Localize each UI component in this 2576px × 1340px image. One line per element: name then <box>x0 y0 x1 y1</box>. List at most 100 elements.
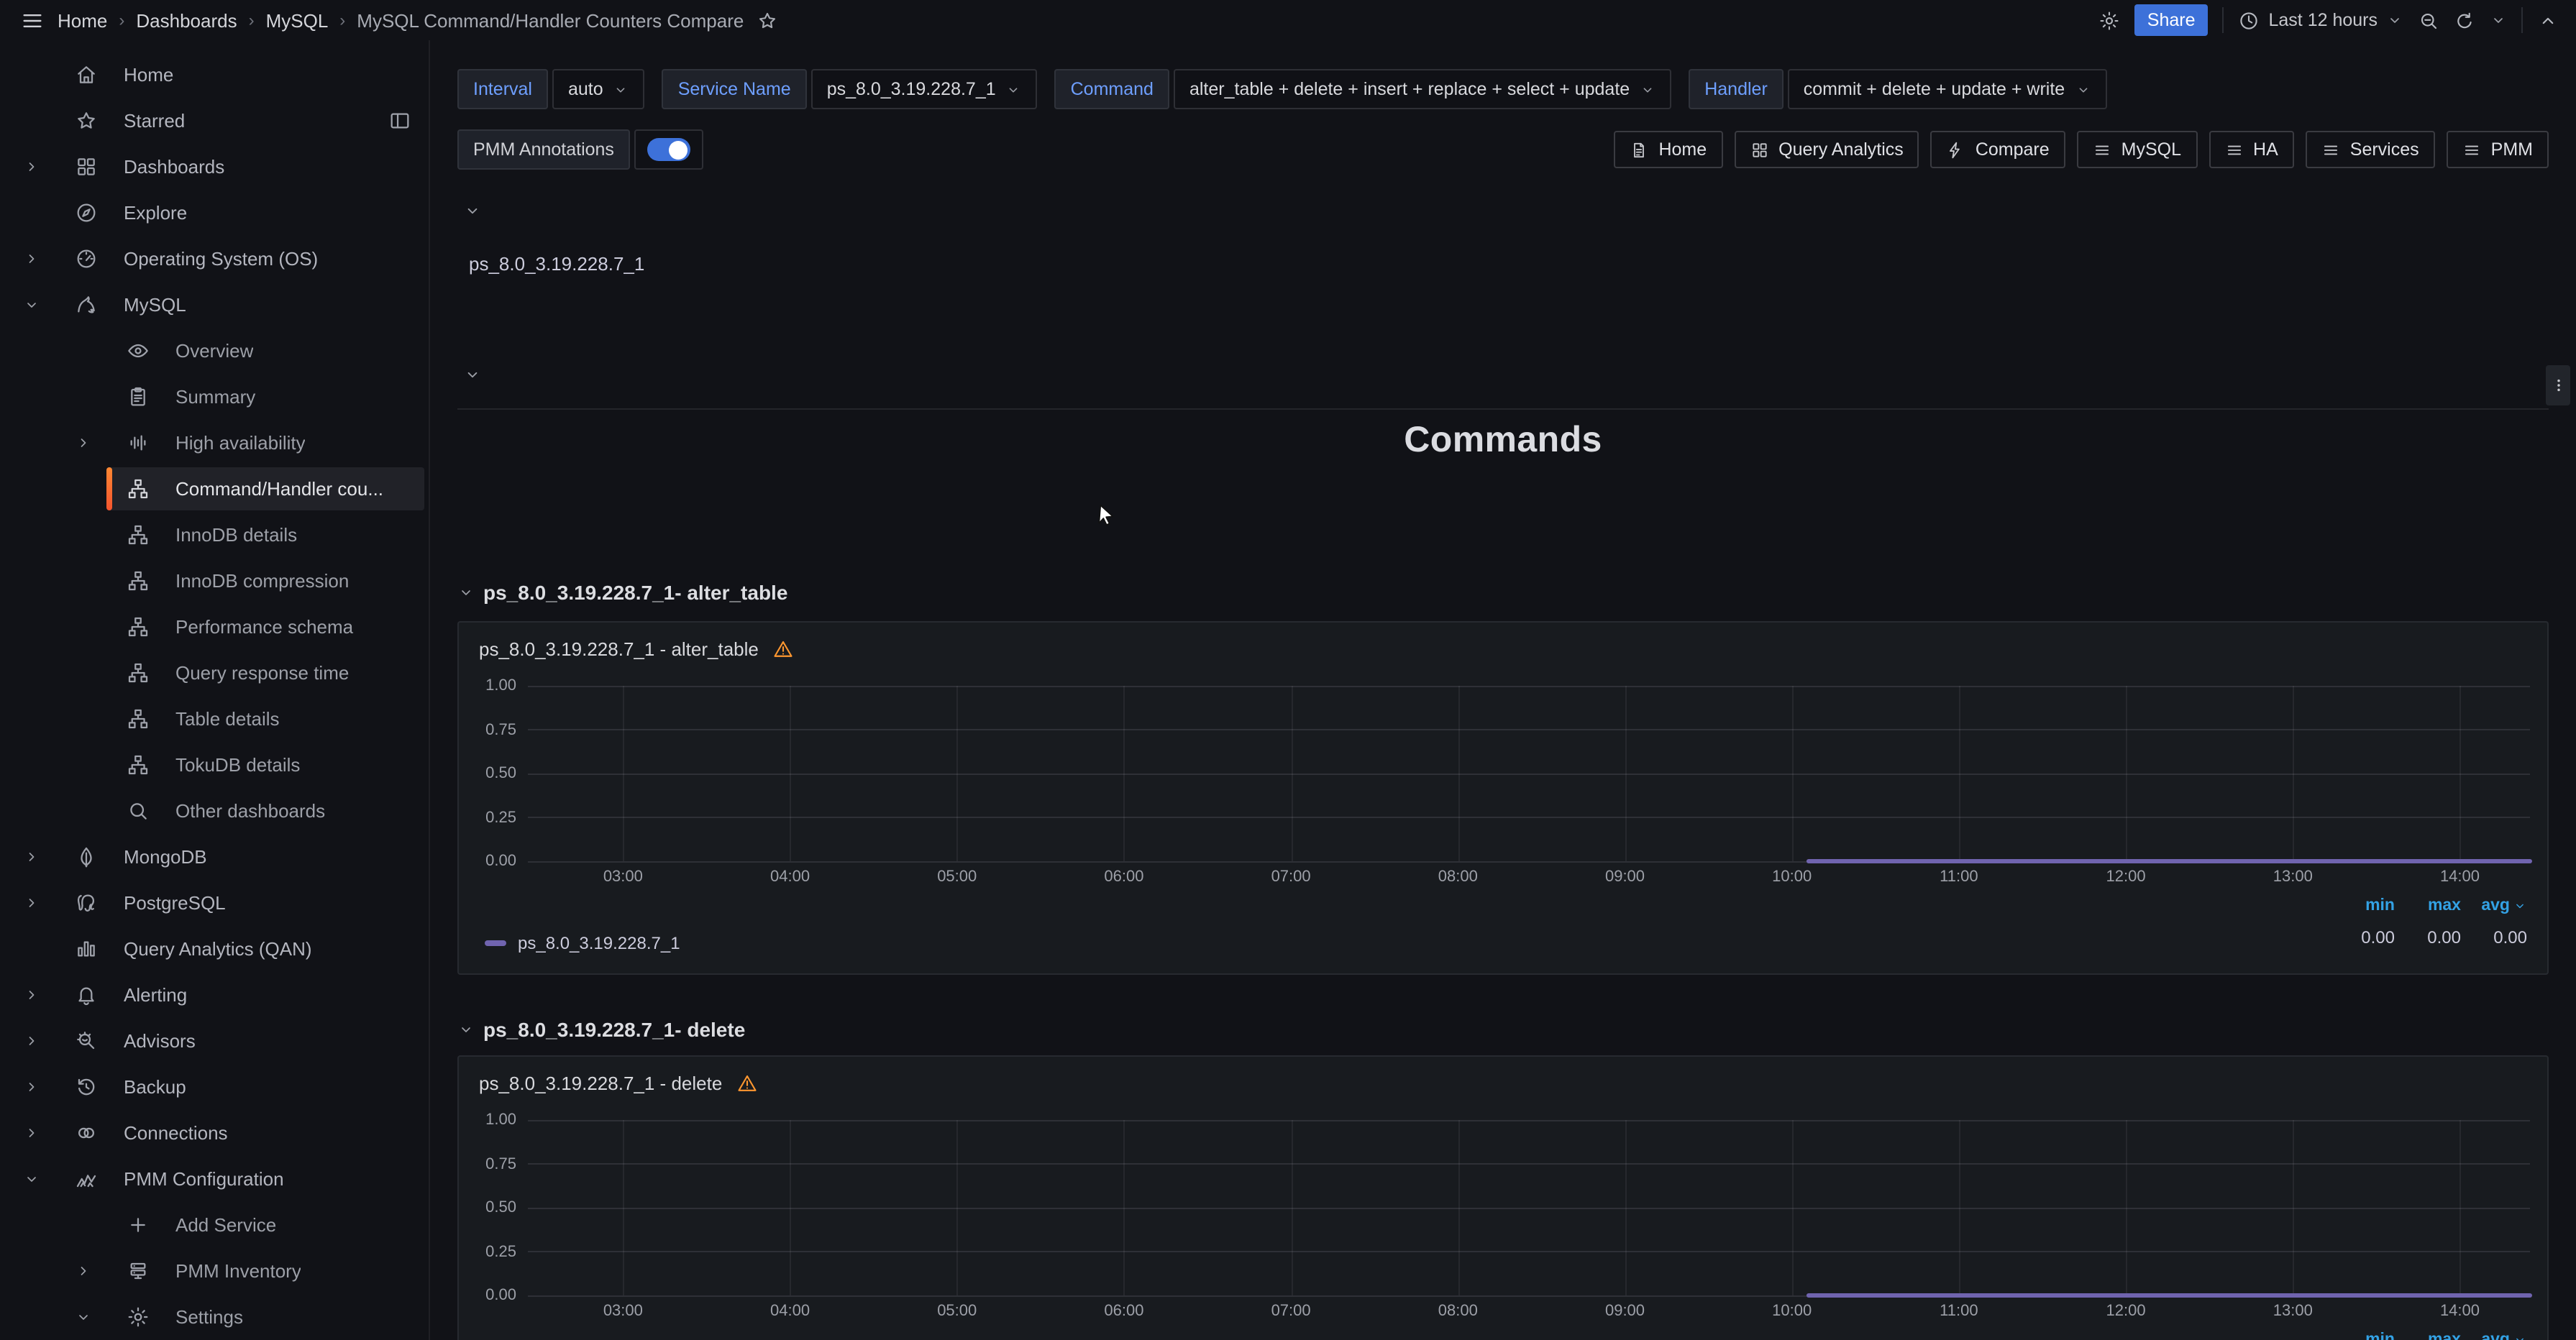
expander-chevron-icon[interactable] <box>23 250 40 267</box>
expander-chevron-icon[interactable] <box>75 434 92 451</box>
pmm-annotations-toggle[interactable] <box>634 129 703 170</box>
sidebar-item-overview[interactable]: Overview <box>0 328 429 374</box>
quick-link-ha[interactable]: HA <box>2209 131 2294 168</box>
zoom-out-icon[interactable] <box>2418 9 2439 31</box>
quick-links: Home Query Analytics Compare MySQL HA Service… <box>1614 131 2549 168</box>
sidebar-item-other-dashboards[interactable]: Other dashboards <box>0 788 429 834</box>
section-row-header[interactable]: ps_8.0_3.19.228.7_1- delete <box>457 1018 745 1041</box>
quick-link-home[interactable]: Home <box>1614 131 1722 168</box>
hamburger-menu-icon[interactable] <box>20 8 45 32</box>
sidebar-item-backup[interactable]: Backup <box>0 1064 429 1110</box>
sidebar-item-add-service[interactable]: Add Service <box>0 1202 429 1248</box>
sidebar-item-explore[interactable]: Explore <box>0 190 429 236</box>
sidebar-item-summary[interactable]: Summary <box>0 374 429 420</box>
legend-stat-header-min[interactable]: min <box>2365 897 2395 914</box>
sidebar-item-operating-system-os[interactable]: Operating System (OS) <box>0 236 429 282</box>
sidebar-item-innodb-compression[interactable]: InnoDB compression <box>0 558 429 604</box>
legend-series-item[interactable]: ps_8.0_3.19.228.7_1 <box>485 933 680 953</box>
sidebar-item-performance-schema[interactable]: Performance schema <box>0 604 429 650</box>
quick-link-query-analytics[interactable]: Query Analytics <box>1734 131 1919 168</box>
sidebar-item-advisors[interactable]: Advisors <box>0 1018 429 1064</box>
sidebar-item-dashboards[interactable]: Dashboards <box>0 144 429 190</box>
sidebar-item-label: Advisors <box>124 1030 196 1052</box>
refresh-interval-chevron-icon[interactable] <box>2490 12 2507 29</box>
mongodb-icon <box>75 845 98 868</box>
sidebar-item-query-response-time[interactable]: Query response time <box>0 650 429 696</box>
sidebar-item-mysql[interactable]: MySQL <box>0 282 429 328</box>
quick-link-pmm[interactable]: PMM <box>2447 131 2549 168</box>
sidebar-item-home[interactable]: Home <box>0 52 429 98</box>
variable-value-dropdown[interactable]: alter_table + delete + insert + replace … <box>1174 69 1671 109</box>
refresh-icon[interactable] <box>2454 9 2475 31</box>
sidebar-nav: HomeStarred Dashboards ExploreOperating Sy… <box>0 40 430 1340</box>
plot-area <box>528 686 2530 861</box>
expander-chevron-icon[interactable] <box>23 158 40 175</box>
legend-stat-header-min[interactable]: min <box>2365 1331 2395 1340</box>
expander-chevron-icon[interactable] <box>23 986 40 1004</box>
section-row-header[interactable]: ps_8.0_3.19.228.7_1- alter_table <box>457 581 787 604</box>
panel-header[interactable]: ps_8.0_3.19.228.7_1 - alter_table <box>476 631 2530 666</box>
breadcrumb-separator: › <box>249 10 255 30</box>
y-axis: 1.000.750.500.250.00 <box>476 1120 528 1295</box>
sidebar-item-pmm-configuration[interactable]: PMM Configuration <box>0 1156 429 1202</box>
sidebar-item-table-details[interactable]: Table details <box>0 696 429 742</box>
row-collapse-icon[interactable] <box>463 201 482 220</box>
sidebar-item-postgresql[interactable]: PostgreSQL <box>0 880 429 926</box>
sidebar-item-settings[interactable]: Settings <box>0 1294 429 1340</box>
sidebar-item-label: Dashboards <box>124 156 224 178</box>
expander-chevron-icon[interactable] <box>23 894 40 912</box>
legend-stat-header-label: min <box>2365 1331 2395 1340</box>
sidebar-item-label: Connections <box>124 1122 228 1144</box>
expander-chevron-icon[interactable] <box>23 1124 40 1142</box>
dashboard-settings-icon[interactable] <box>2098 9 2120 31</box>
variable-value-dropdown[interactable]: auto <box>552 69 645 109</box>
sidebar-item-command-handler-cou[interactable]: Command/Handler cou... <box>0 466 429 512</box>
time-range-picker[interactable]: Last 12 hours <box>2239 9 2404 31</box>
expander-chevron-icon[interactable] <box>75 1262 92 1280</box>
sidebar-item-starred[interactable]: Starred <box>0 98 429 144</box>
variable-value-dropdown[interactable]: commit + delete + update + write <box>1788 69 2106 109</box>
dock-sidebar-icon[interactable] <box>388 109 411 132</box>
share-button[interactable]: Share <box>2134 4 2209 36</box>
variable-chip-service-name: Service Nameps_8.0_3.19.228.7_1 <box>662 69 1038 109</box>
breadcrumb-item[interactable]: MySQL <box>266 9 329 31</box>
quick-link-compare[interactable]: Compare <box>1931 131 2065 168</box>
sidebar-item-tokudb-details[interactable]: TokuDB details <box>0 742 429 788</box>
variable-label: Interval <box>457 69 548 109</box>
warning-icon[interactable] <box>736 1072 758 1093</box>
sidebar-item-connections[interactable]: Connections <box>0 1110 429 1156</box>
expander-chevron-icon[interactable] <box>75 1308 92 1326</box>
legend-stat-header-max[interactable]: max <box>2428 897 2461 914</box>
expander-chevron-icon[interactable] <box>23 296 40 313</box>
favorite-star-icon[interactable] <box>757 9 778 31</box>
legend-stat-header-avg[interactable]: avg <box>2481 1331 2527 1340</box>
row-collapse-icon[interactable] <box>463 365 482 384</box>
breadcrumb-item[interactable]: Dashboards <box>136 9 237 31</box>
pmm-grafana-app: Home›Dashboards›MySQL›MySQL Command/Hand… <box>0 0 2576 1340</box>
sidebar-item-high-availability[interactable]: High availability <box>0 420 429 466</box>
variable-value-dropdown[interactable]: ps_8.0_3.19.228.7_1 <box>811 69 1038 109</box>
history-icon <box>75 1075 98 1098</box>
apps-icon <box>75 155 98 178</box>
sidebar-item-label: Overview <box>175 340 253 362</box>
panel-menu-kebab-button[interactable] <box>2546 365 2570 405</box>
sidebar-item-label: InnoDB compression <box>175 570 349 592</box>
panel-header[interactable]: ps_8.0_3.19.228.7_1 - delete <box>476 1065 2530 1100</box>
sidebar-item-query-analytics-qan[interactable]: Query Analytics (QAN) <box>0 926 429 972</box>
collapse-topbar-icon[interactable] <box>2537 9 2559 31</box>
quick-link-services[interactable]: Services <box>2306 131 2435 168</box>
sidebar-item-alerting[interactable]: Alerting <box>0 972 429 1018</box>
breadcrumb-item[interactable]: Home <box>58 9 107 31</box>
warning-icon[interactable] <box>773 638 795 659</box>
sidebar-item-mongodb[interactable]: MongoDB <box>0 834 429 880</box>
legend-stat-header-avg[interactable]: avg <box>2481 897 2527 914</box>
expander-chevron-icon[interactable] <box>23 1078 40 1096</box>
sidebar-item-pmm-inventory[interactable]: PMM Inventory <box>0 1248 429 1294</box>
expander-chevron-icon[interactable] <box>23 848 40 866</box>
sidebar-item-innodb-details[interactable]: InnoDB details <box>0 512 429 558</box>
expander-chevron-icon[interactable] <box>23 1032 40 1050</box>
expander-chevron-icon[interactable] <box>23 1170 40 1188</box>
x-tick-label: 14:00 <box>2440 868 2480 886</box>
legend-stat-header-max[interactable]: max <box>2428 1331 2461 1340</box>
quick-link-mysql[interactable]: MySQL <box>2077 131 2197 168</box>
